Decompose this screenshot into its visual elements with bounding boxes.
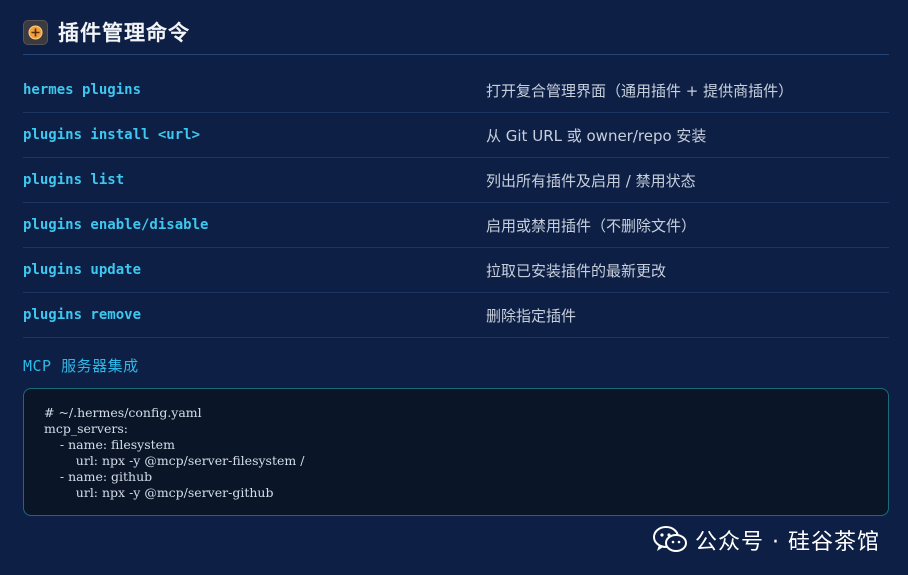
table-row: plugins enable/disable 启用或禁用插件（不删除文件） — [23, 203, 889, 248]
code-line: - name: github — [44, 469, 153, 484]
command-name: plugins enable/disable — [23, 217, 209, 233]
command-description: 打开复合管理界面（通用插件 + 提供商插件） — [486, 81, 794, 100]
code-line: # ~/.hermes/config.yaml — [44, 405, 202, 420]
table-row: plugins install <url> 从 Git URL 或 owner/… — [23, 113, 889, 158]
table-row: hermes plugins 打开复合管理界面（通用插件 + 提供商插件） — [23, 68, 889, 113]
code-block[interactable]: # ~/.hermes/config.yaml mcp_servers: - n… — [23, 388, 889, 516]
watermark-text: 公众号 · 硅谷茶馆 — [695, 530, 880, 555]
command-table: hermes plugins 打开复合管理界面（通用插件 + 提供商插件） pl… — [23, 68, 889, 338]
watermark: 公众号 · 硅谷茶馆 — [653, 524, 880, 556]
table-row: plugins list 列出所有插件及启用 / 禁用状态 — [23, 158, 889, 203]
section-header: 插件管理命令 — [23, 10, 889, 55]
command-name: hermes plugins — [23, 82, 142, 98]
plugin-icon — [23, 19, 48, 45]
mcp-section-title: MCP 服务器集成 — [23, 357, 139, 375]
table-row: plugins update 拉取已安装插件的最新更改 — [23, 248, 889, 293]
command-name: plugins update — [23, 262, 142, 278]
code-line: - name: filesystem — [44, 437, 175, 452]
command-description: 删除指定插件 — [486, 306, 577, 325]
table-row: plugins remove 删除指定插件 — [23, 293, 889, 338]
wechat-icon — [653, 526, 688, 552]
page-title: 插件管理命令 — [58, 21, 190, 45]
command-description: 启用或禁用插件（不删除文件） — [486, 216, 697, 235]
command-name: plugins list — [23, 172, 125, 188]
command-description: 从 Git URL 或 owner/repo 安装 — [486, 126, 707, 145]
code-line: url: npx -y @mcp/server-github — [44, 485, 274, 500]
code-line: mcp_servers: — [44, 421, 128, 436]
command-name: plugins remove — [23, 307, 142, 323]
command-name: plugins install <url> — [23, 127, 201, 143]
code-line: url: npx -y @mcp/server-filesystem / — [44, 453, 305, 468]
command-description: 拉取已安装插件的最新更改 — [486, 261, 667, 280]
command-description: 列出所有插件及启用 / 禁用状态 — [486, 171, 696, 190]
